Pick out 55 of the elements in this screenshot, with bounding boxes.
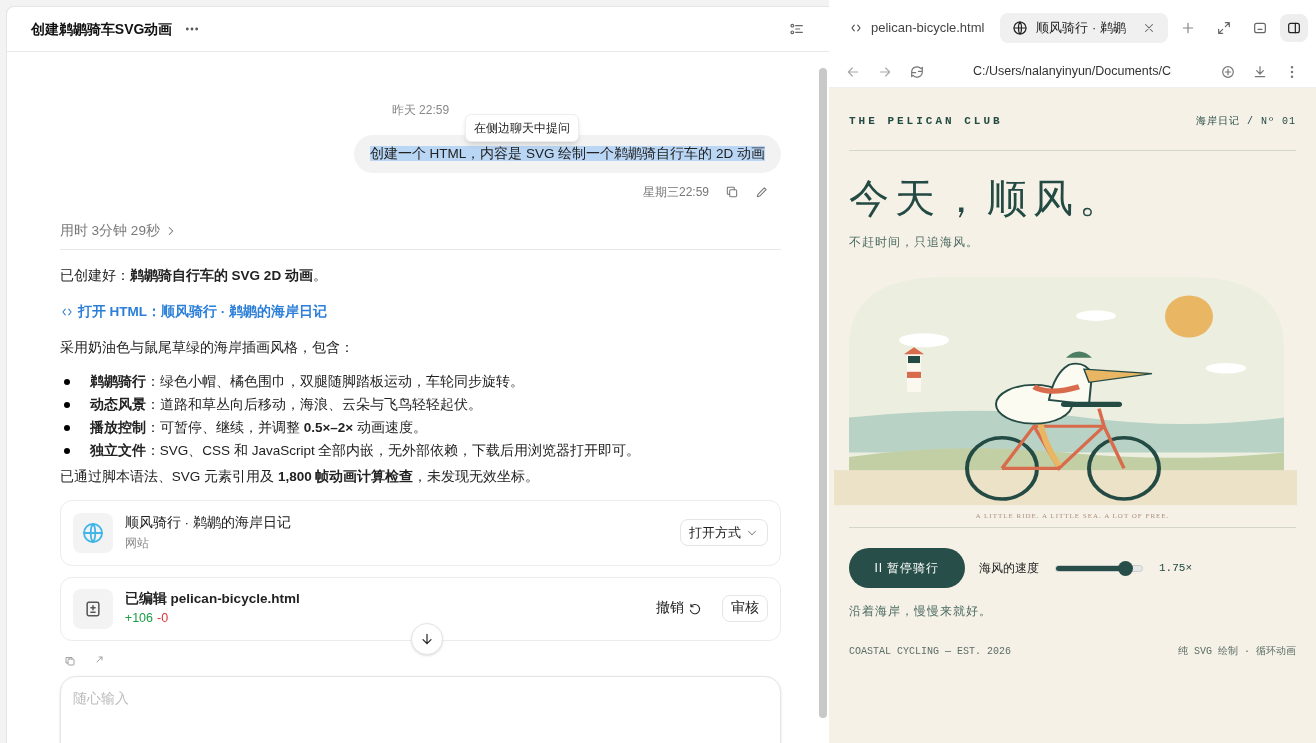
copy-icon[interactable] [725,185,739,200]
card-title: 已编辑 pelican-bicycle.html [124,590,301,608]
minimize-icon[interactable] [1252,20,1268,36]
thinking-duration[interactable]: 用时 3分钟 29秒 [59,221,160,242]
card-subtitle: 网站 [124,534,150,552]
panel-icon[interactable] [1286,20,1302,36]
lines-removed: -0 [157,610,169,628]
edit-icon[interactable] [755,185,769,200]
reload-icon[interactable] [909,63,925,80]
pause-button[interactable]: II 暂停骑行 [849,548,965,588]
card-title: 顺风骑行 · 鹈鹕的海岸日记 [124,514,292,533]
browser-tab[interactable]: pelican-bicycle.html [837,13,997,43]
issue-label: 海岸日记 / Nº 01 [1196,114,1296,129]
message-time: 星期三22:59 [642,184,709,202]
bullet-item: 鹈鹕骑行：绿色小帽、橘色围巾，双腿随脚踏板运动，车轮同步旋转。 [59,370,781,393]
undo-button[interactable]: 撤销 [648,598,710,619]
speed-reading: 1.75× [1159,560,1192,576]
outline-icon[interactable] [789,21,805,37]
message-input[interactable]: 随心输入 [59,676,781,743]
tooltip: 在侧边聊天中提问 [464,114,579,142]
download-icon[interactable] [1252,63,1268,80]
footer-text: COASTAL CYCLING — EST. 2026 [849,645,1012,659]
reply-paragraph: 已创建好：鹈鹕骑自行车的 SVG 2D 动画。 [59,266,328,285]
code-icon[interactable] [849,21,863,35]
speed-label: 海风的速度 [979,560,1039,577]
open-html-link[interactable]: 打开 HTML：顺风骑行 · 鹈鹕的海岸日记 [77,300,328,323]
undo-icon[interactable] [688,601,702,616]
slider-thumb[interactable] [1117,560,1133,576]
close-icon[interactable] [1142,21,1156,35]
bullet-item: 播放控制：可暂停、继续，并调整 0.5×–2× 动画速度。 [59,416,781,439]
user-message: 创建一个 HTML，内容是 SVG 绘制一个鹈鹕骑自行车的 2D 动画 [353,135,781,174]
lines-added: +106 [124,610,153,628]
open-with-button[interactable]: 打开方式 [680,519,768,546]
copy-icon[interactable] [63,654,76,667]
headline: 今天，顺风。 [849,174,1126,223]
website-card[interactable]: 顺风骑行 · 鹈鹕的海岸日记 网站 打开方式 [59,499,781,566]
note: 沿着海岸，慢慢来就好。 [849,603,993,620]
footer-text: 纯 SVG 绘制 · 循环动画 [1178,645,1296,659]
chat-title: 创建鹈鹕骑车SVG动画 [30,19,173,39]
bullet-item: 动态风景：道路和草丛向后移动，海浪、云朵与飞鸟轻轻起伏。 [59,393,781,416]
brand-name: THE PELICAN CLUB [849,114,1003,129]
browser-tab[interactable]: 顺风骑行 · 鹈鹕 [1000,13,1168,43]
add-comment-icon[interactable] [1220,63,1236,80]
reply-paragraph: 已通过脚本语法、SVG 元素引用及 1,800 帧动画计算检查，未发现无效坐标。 [59,467,541,486]
bullet-item: 独立文件：SVG、CSS 和 JavaScript 全部内嵌，无外部依赖，下载后用浏览器打开即可。 [59,439,781,462]
date-label: 昨天 22:59 [391,101,450,119]
split-view-button[interactable] [1280,14,1308,42]
expand-icon[interactable] [1216,20,1232,36]
scroll-down-button[interactable] [410,623,443,655]
reply-paragraph: 采用奶油色与鼠尾草绿的海岸插画风格，包含： [59,338,355,357]
scrollbar-thumb[interactable] [819,68,827,718]
address-bar[interactable]: C:/Users/nalanyinyun/Documents/C [973,62,1171,81]
globe-icon[interactable] [1012,20,1029,36]
subtitle: 不赶时间，只追海风。 [849,233,980,251]
review-button[interactable]: 审核 [722,595,768,622]
